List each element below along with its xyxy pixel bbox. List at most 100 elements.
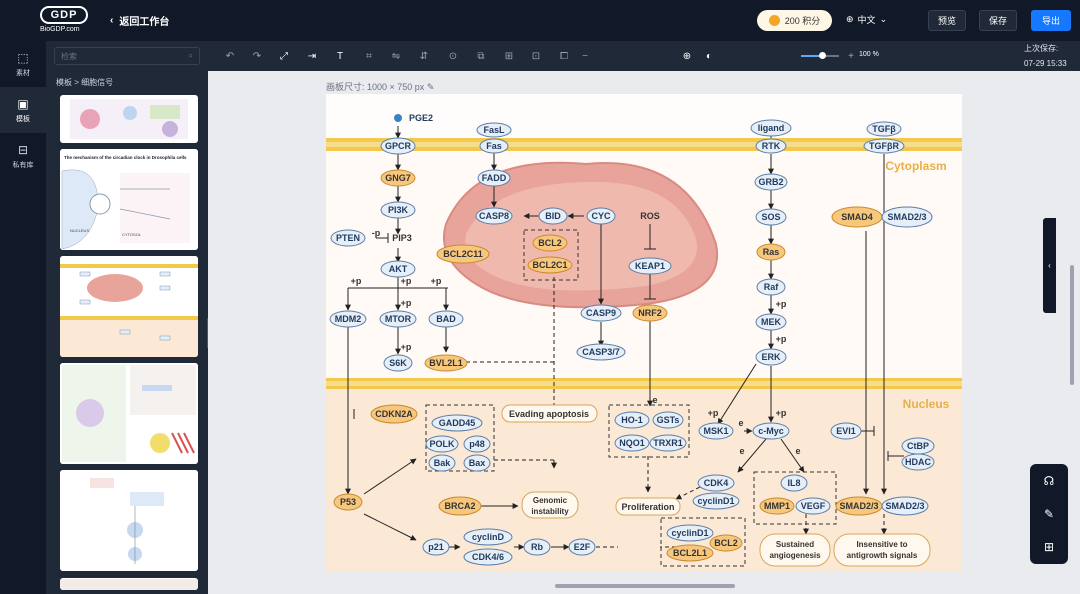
lock-icon[interactable]: ⊙ <box>446 49 460 63</box>
node-smad23b[interactable]: SMAD2/3 <box>885 501 924 511</box>
template-thumbnail[interactable] <box>60 363 198 464</box>
node-fas[interactable]: Fas <box>486 141 502 151</box>
template-thumbnail[interactable] <box>60 256 198 357</box>
node-ligand[interactable]: ligand <box>758 123 785 133</box>
logo[interactable]: GDP BioGDP.com <box>40 6 88 36</box>
node-bcl2[interactable]: BCL2 <box>538 238 562 248</box>
node-msk1[interactable]: MSK1 <box>703 426 728 436</box>
import-icon[interactable]: ⇥ <box>305 49 319 63</box>
node-akt[interactable]: AKT <box>389 264 408 274</box>
node-ros[interactable]: ROS <box>640 211 660 221</box>
node-pi3k[interactable]: PI3K <box>388 205 409 215</box>
zoom-in-icon[interactable]: + <box>846 49 856 63</box>
node-bax[interactable]: Bax <box>469 458 486 468</box>
node-e2f[interactable]: E2F <box>574 542 591 552</box>
redo-icon[interactable]: ↷ <box>250 49 264 63</box>
horizontal-scrollbar[interactable] <box>555 584 735 588</box>
canvas-size-label[interactable]: 画板尺寸: 1000 × 750 px ✎ <box>326 80 434 93</box>
node-casp8[interactable]: CASP8 <box>479 211 509 221</box>
node-casp37[interactable]: CASP3/7 <box>582 347 620 357</box>
node-mdm2[interactable]: MDM2 <box>335 314 362 324</box>
template-thumbnail[interactable] <box>60 95 198 143</box>
node-nrf2[interactable]: NRF2 <box>638 308 662 318</box>
rail-item-materials[interactable]: ⬚ 素材 <box>0 41 46 87</box>
node-ho1[interactable]: HO-1 <box>621 415 643 425</box>
node-bid[interactable]: BID <box>545 211 561 221</box>
node-bcl2c1[interactable]: BCL2C1 <box>532 260 567 270</box>
node-casp9[interactable]: CASP9 <box>586 308 616 318</box>
node-smad23n[interactable]: SMAD2/3 <box>839 501 878 511</box>
rail-item-private-library[interactable]: ⊟ 私有库 <box>0 133 46 179</box>
node-cyclind1[interactable]: cyclinD1 <box>697 496 734 506</box>
preview-button[interactable]: 预览 <box>928 10 966 31</box>
node-polk[interactable]: POLK <box>429 439 455 449</box>
node-mtor[interactable]: MTOR <box>385 314 412 324</box>
zoom-out-icon[interactable]: − <box>580 49 590 63</box>
node-ctbp[interactable]: CtBP <box>907 441 929 451</box>
text-tool-icon[interactable]: T <box>333 49 347 63</box>
node-bad[interactable]: BAD <box>436 314 456 324</box>
node-p48[interactable]: p48 <box>469 439 485 449</box>
node-pge2[interactable]: PGE2 <box>409 113 433 123</box>
node-p53[interactable]: P53 <box>340 497 356 507</box>
flip-vertical-icon[interactable]: ⇵ <box>417 49 431 63</box>
template-thumbnail[interactable]: The mechanism of the circadian clock in … <box>60 149 198 250</box>
node-cdkn2a[interactable]: CDKN2A <box>375 409 413 419</box>
node-cmyc[interactable]: c-Myc <box>758 426 784 436</box>
node-ras[interactable]: Ras <box>763 247 780 257</box>
fit-screen-icon[interactable]: ⤢ <box>277 49 291 63</box>
node-gng7[interactable]: GNG7 <box>385 173 411 183</box>
node-trxr1[interactable]: TRXR1 <box>653 438 683 448</box>
node-bvl2l1[interactable]: BVL2L1 <box>429 358 463 368</box>
node-insensitive-shape[interactable] <box>833 533 931 567</box>
ungroup-icon[interactable]: ⧠ <box>557 49 571 63</box>
node-rtk[interactable]: RTK <box>762 141 781 151</box>
export-button[interactable]: 导出 <box>1031 10 1071 31</box>
node-smad23[interactable]: SMAD2/3 <box>887 212 926 222</box>
node-bcl2c11[interactable]: BCL2C11 <box>443 249 483 259</box>
save-button[interactable]: 保存 <box>979 10 1017 31</box>
node-smad4[interactable]: SMAD4 <box>841 212 873 222</box>
node-sos[interactable]: SOS <box>761 212 780 222</box>
node-gsts[interactable]: GSTs <box>657 415 680 425</box>
right-panel-toggle[interactable]: ‹ <box>1043 218 1056 313</box>
node-mek[interactable]: MEK <box>761 317 782 327</box>
node-tgfbr[interactable]: TGFβR <box>869 141 899 151</box>
node-gadd45[interactable]: GADD45 <box>439 418 476 428</box>
node-bcl2b[interactable]: BCL2 <box>714 538 738 548</box>
node-bcl2l1[interactable]: BCL2L1 <box>673 548 707 558</box>
node-s6k[interactable]: S6K <box>389 358 407 368</box>
template-thumbnail[interactable] <box>60 578 198 590</box>
node-rb[interactable]: Rb <box>531 542 543 552</box>
node-grb2[interactable]: GRB2 <box>758 177 783 187</box>
back-to-workspace-button[interactable]: ‹ 返回工作台 <box>110 13 169 28</box>
node-fasl[interactable]: FasL <box>483 125 505 135</box>
node-il8[interactable]: IL8 <box>787 478 800 488</box>
align-icon[interactable]: ⊞ <box>502 49 516 63</box>
points-badge[interactable]: 200 积分 <box>757 10 832 31</box>
node-evading[interactable]: Evading apoptosis <box>509 409 589 419</box>
node-mmp1[interactable]: MMP1 <box>764 501 790 511</box>
node-cdk46[interactable]: CDK4/6 <box>472 552 504 562</box>
template-search-input[interactable]: 检索 ⌕ <box>54 47 200 65</box>
zoom-slider[interactable] <box>801 52 839 59</box>
node-fadd[interactable]: FADD <box>482 173 507 183</box>
node-gpcr[interactable]: GPCR <box>385 141 412 151</box>
node-erk[interactable]: ERK <box>761 352 781 362</box>
node-vegf[interactable]: VEGF <box>801 501 826 511</box>
node-nqo1[interactable]: NQO1 <box>619 438 645 448</box>
node-bak[interactable]: Bak <box>434 458 452 468</box>
node-keap1[interactable]: KEAP1 <box>635 261 665 271</box>
node-brca2[interactable]: BRCA2 <box>444 501 475 511</box>
template-thumbnail[interactable] <box>60 470 198 571</box>
pathway-diagram[interactable]: Cytoplasm Nucleus +p +p +p +p +p -p +p +… <box>326 94 962 571</box>
node-cyc[interactable]: CYC <box>591 211 611 221</box>
flip-horizontal-icon[interactable]: ⇋ <box>389 49 403 63</box>
crop-icon[interactable]: ⌗ <box>362 49 376 63</box>
edit-note-icon[interactable]: ✎ <box>1044 507 1054 521</box>
grid-icon[interactable]: ⊞ <box>1044 540 1054 554</box>
artboard[interactable]: Cytoplasm Nucleus +p +p +p +p +p -p +p +… <box>326 94 962 571</box>
node-pip3[interactable]: PIP3 <box>392 233 412 243</box>
node-tgfb[interactable]: TGFβ <box>872 124 896 134</box>
undo-icon[interactable]: ↶ <box>223 49 237 63</box>
